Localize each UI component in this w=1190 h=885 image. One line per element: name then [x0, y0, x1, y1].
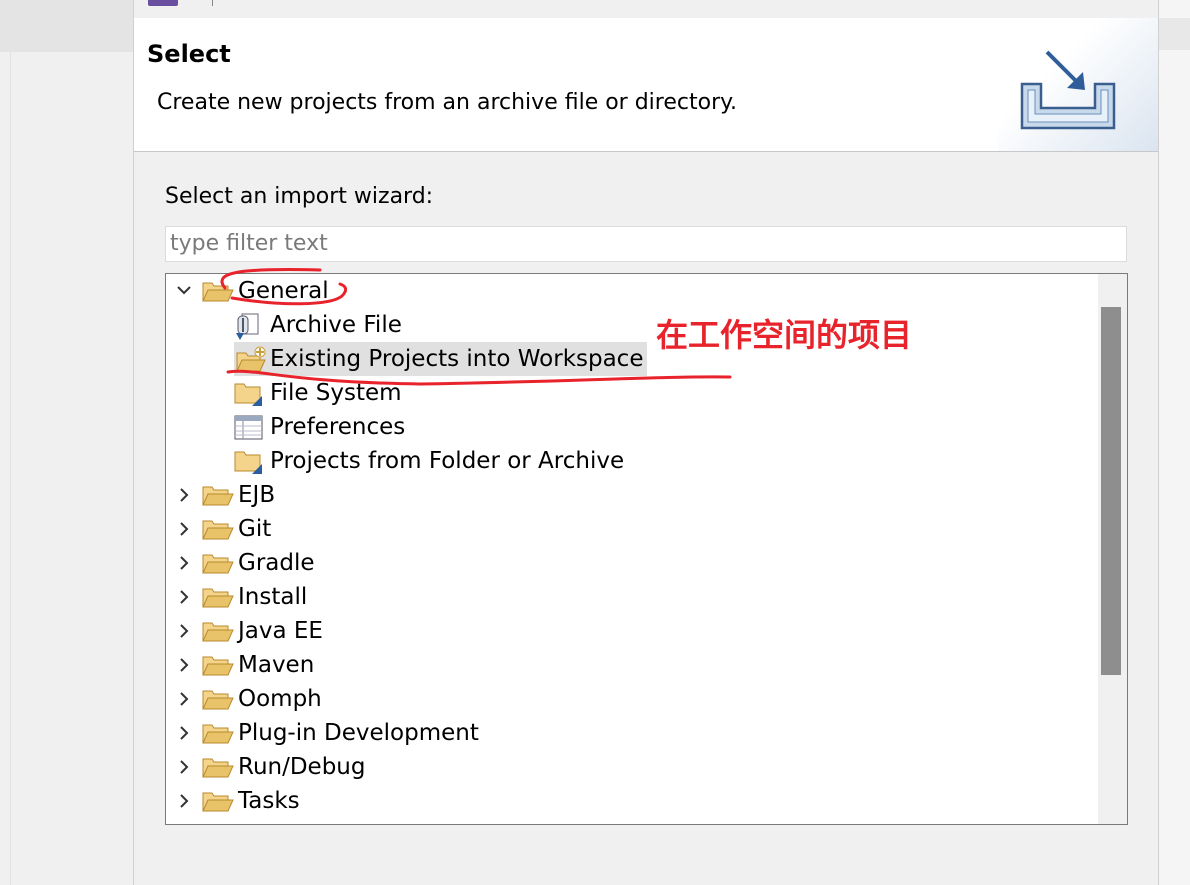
tree-item-maven[interactable]: Maven	[174, 648, 1074, 682]
dialog-titlebar	[134, 0, 1158, 18]
chevron-right-icon[interactable]	[174, 784, 194, 818]
tree-item-plugin-development[interactable]: Plug-in Development	[174, 716, 1074, 750]
tree-item-general[interactable]: General	[174, 274, 1074, 308]
chevron-right-icon[interactable]	[174, 682, 194, 716]
background-window-band	[0, 0, 134, 52]
folder-open-icon	[202, 585, 234, 609]
preferences-icon	[234, 415, 264, 440]
folder-open-icon	[202, 279, 234, 303]
tree-item-label: File System	[270, 380, 402, 406]
wizard-tree[interactable]: General Archive File Existing Projects i…	[165, 273, 1128, 825]
chevron-down-icon[interactable]	[174, 274, 194, 308]
page-title: Select	[147, 40, 231, 68]
titlebar-separator	[212, 0, 213, 6]
chevron-right-icon[interactable]	[174, 478, 194, 512]
tree-item-label: EJB	[238, 482, 276, 508]
chevron-right-icon[interactable]	[174, 546, 194, 580]
folder-open-icon	[202, 721, 234, 745]
chevron-right-icon[interactable]	[174, 750, 194, 784]
folder-open-icon	[202, 653, 234, 677]
folder-icon	[234, 381, 264, 406]
chevron-right-icon[interactable]	[174, 580, 194, 614]
tree-item-archive-file[interactable]: Archive File	[174, 308, 1074, 342]
folder-open-icon	[202, 483, 234, 507]
folder-icon	[234, 449, 264, 474]
tree-item-label: Existing Projects into Workspace	[266, 342, 648, 376]
existing-projects-icon	[234, 342, 270, 376]
wizard-banner: Select Create new projects from an archi…	[134, 18, 1158, 152]
tree-item-ejb[interactable]: EJB	[174, 478, 1074, 512]
tree-item-label: General	[238, 278, 329, 304]
tree-item-label: Git	[238, 516, 272, 542]
tree-item-projects-from-folder[interactable]: Projects from Folder or Archive	[174, 444, 1074, 478]
chevron-right-icon[interactable]	[174, 614, 194, 648]
tree-item-label: Archive File	[270, 312, 402, 338]
chevron-right-icon[interactable]	[174, 512, 194, 546]
chevron-right-icon[interactable]	[174, 648, 194, 682]
tree-item-oomph[interactable]: Oomph	[174, 682, 1074, 716]
page-description: Create new projects from an archive file…	[157, 90, 737, 115]
import-wizard-label: Select an import wizard:	[165, 184, 434, 209]
background-divider	[10, 52, 11, 885]
tree-item-preferences[interactable]: Preferences	[174, 410, 1074, 444]
tree-item-label: Tasks	[238, 788, 300, 814]
tree-item-label: Java EE	[238, 618, 323, 644]
import-dialog: Select Create new projects from an archi…	[133, 0, 1159, 885]
tree-item-run-debug[interactable]: Run/Debug	[174, 750, 1074, 784]
folder-open-icon	[202, 755, 234, 779]
archive-file-icon	[234, 313, 264, 340]
chevron-right-icon[interactable]	[174, 716, 194, 750]
tree-item-gradle[interactable]: Gradle	[174, 546, 1074, 580]
tree-item-java-ee[interactable]: Java EE	[174, 614, 1074, 648]
folder-open-icon	[202, 551, 234, 575]
filter-input[interactable]: type filter text	[165, 226, 1127, 262]
background-window-band-right	[1159, 18, 1190, 50]
folder-open-icon	[202, 619, 234, 643]
tree-item-label: Gradle	[238, 550, 315, 576]
background-window-left	[0, 0, 134, 885]
tree-item-existing-projects[interactable]: Existing Projects into Workspace	[174, 342, 1074, 376]
tree-item-label: Preferences	[270, 414, 406, 440]
tree-item-label: Install	[238, 584, 308, 610]
annotation-note: 在工作空间的项目	[656, 316, 913, 354]
app-icon	[148, 0, 178, 6]
tree-item-label: Projects from Folder or Archive	[270, 448, 625, 474]
folder-open-icon	[202, 687, 234, 711]
tree-item-label: Run/Debug	[238, 754, 366, 780]
tree-item-label: Oomph	[238, 686, 322, 712]
scrollbar-thumb[interactable]	[1101, 307, 1121, 675]
folder-open-icon	[202, 517, 234, 541]
tree-item-install[interactable]: Install	[174, 580, 1074, 614]
tree-item-label: Maven	[238, 652, 315, 678]
folder-open-icon	[202, 789, 234, 813]
tree-item-git[interactable]: Git	[174, 512, 1074, 546]
tree-item-file-system[interactable]: File System	[174, 376, 1074, 410]
background-window-right	[1159, 0, 1190, 885]
tree-item-label: Plug-in Development	[238, 720, 479, 746]
tree-item-tasks[interactable]: Tasks	[174, 784, 1074, 818]
import-wizard-icon	[1020, 50, 1116, 130]
